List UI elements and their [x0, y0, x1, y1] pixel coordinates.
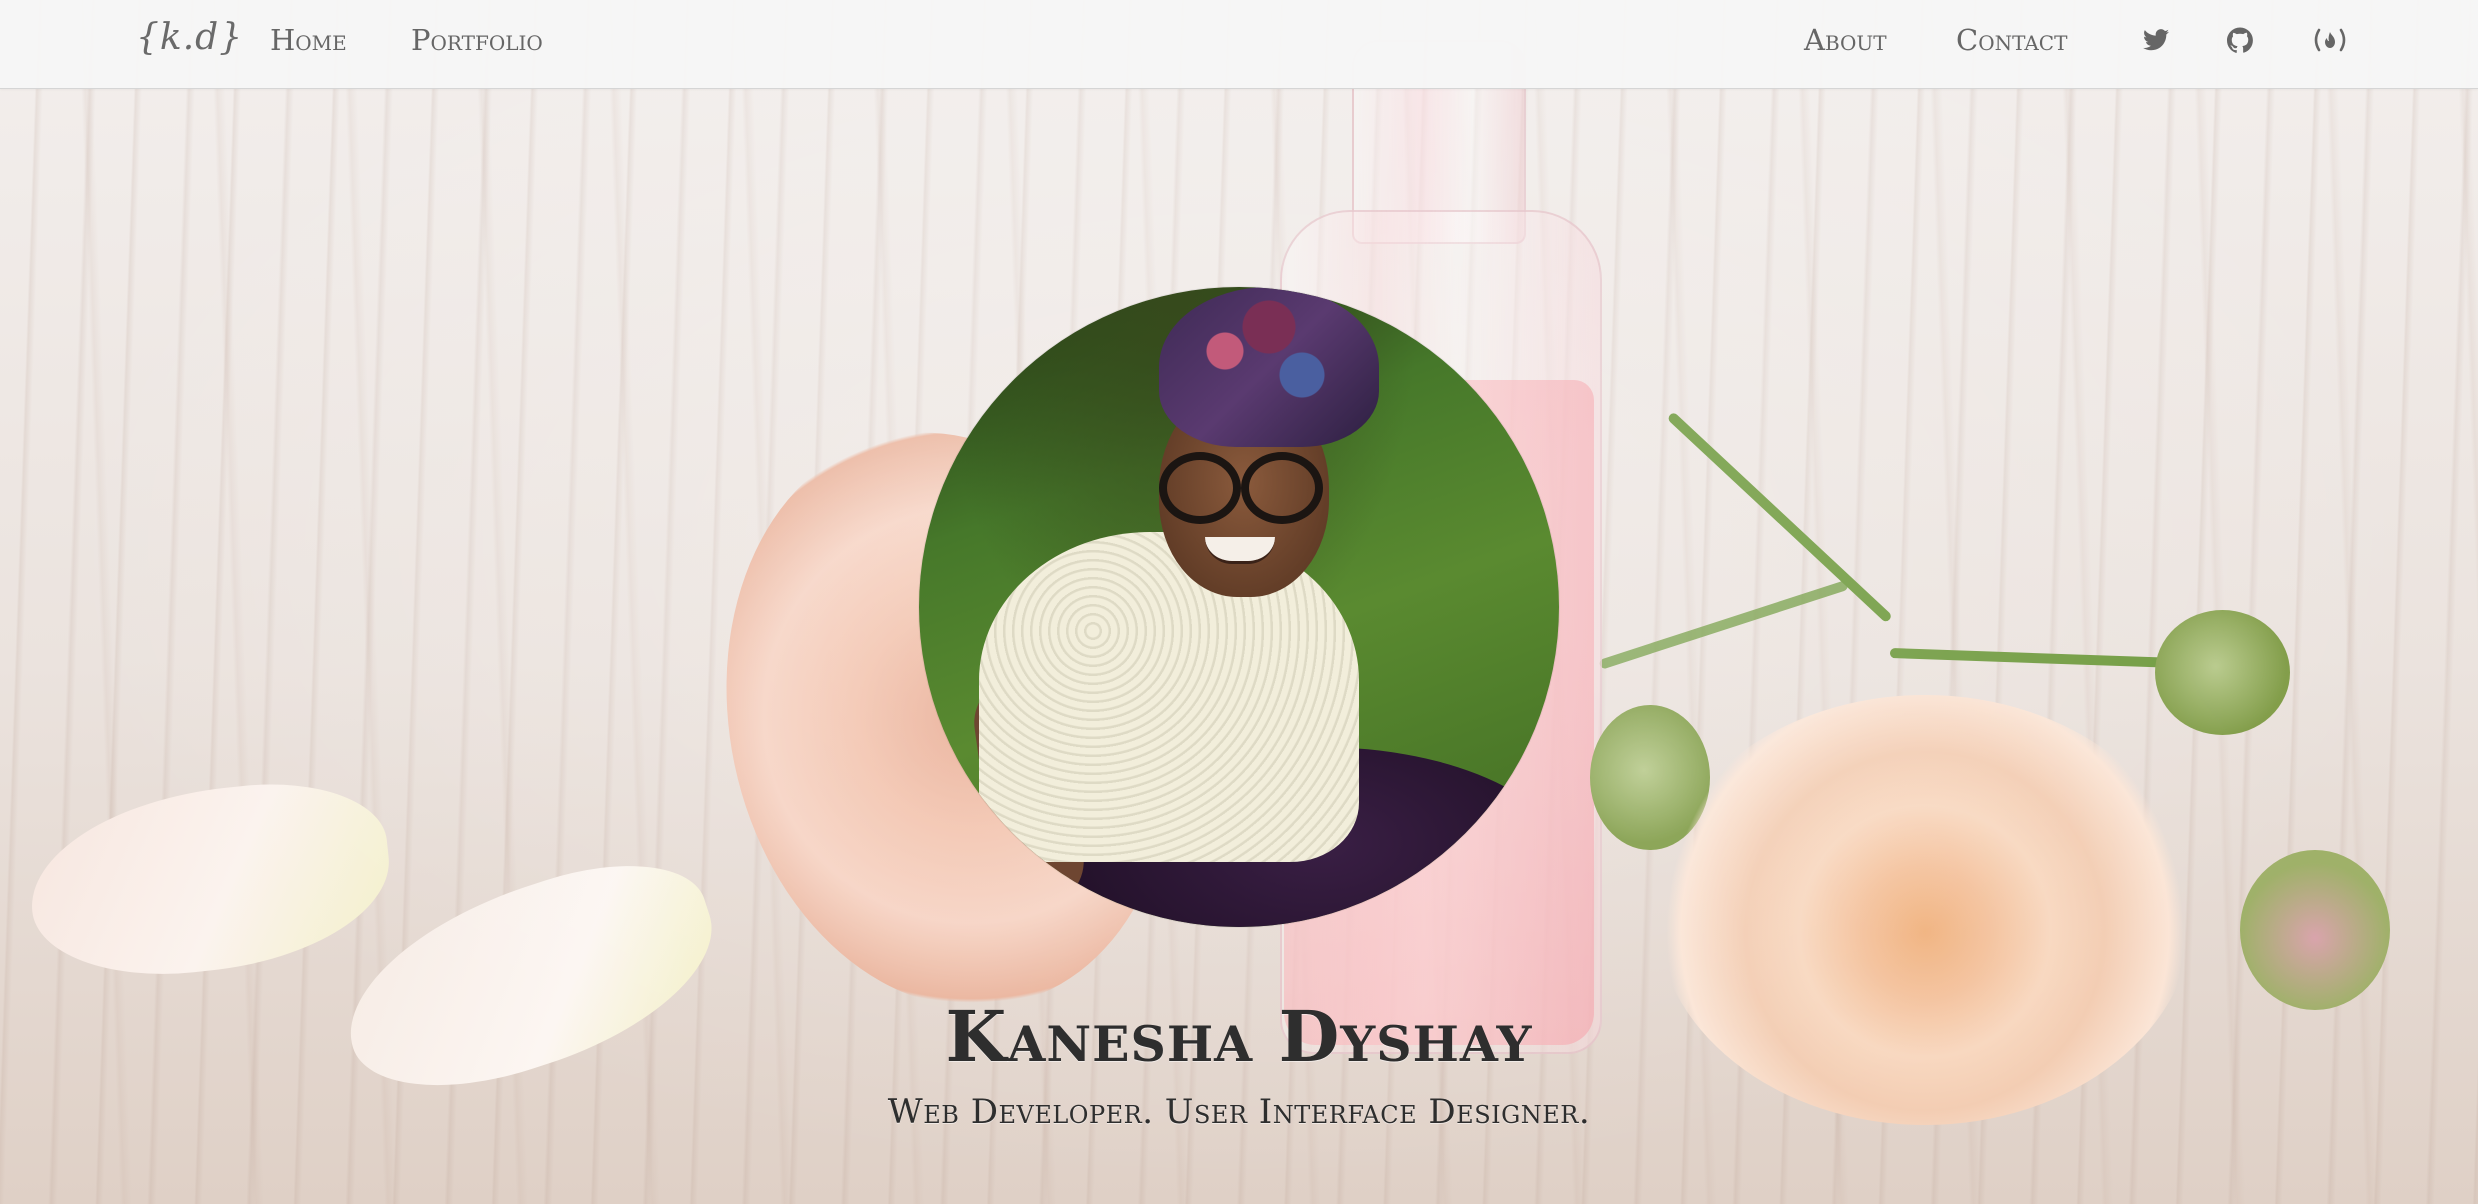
nav-link-home[interactable]: Home	[270, 20, 347, 60]
github-icon[interactable]	[2222, 22, 2258, 58]
freecodecamp-icon[interactable]	[2310, 22, 2350, 58]
photo-lace-top	[979, 532, 1359, 862]
photo-head-wrap	[1159, 287, 1379, 447]
nav-link-portfolio[interactable]: Portfolio	[411, 20, 543, 60]
hero-tagline: Web Developer. User Interface Designer.	[887, 1092, 1591, 1132]
nav-link-contact[interactable]: Contact	[1956, 20, 2067, 60]
profile-photo	[919, 287, 1559, 927]
photo-glasses	[1159, 452, 1241, 524]
photo-glasses	[1241, 452, 1323, 524]
top-navbar: {k.d} Home Portfolio About Contact	[0, 0, 2478, 89]
hero-name: Kanesha Dyshay	[945, 995, 1533, 1078]
site-logo[interactable]: {k.d}	[136, 14, 243, 62]
twitter-icon[interactable]	[2138, 22, 2174, 58]
nav-link-about[interactable]: About	[1804, 20, 1887, 60]
